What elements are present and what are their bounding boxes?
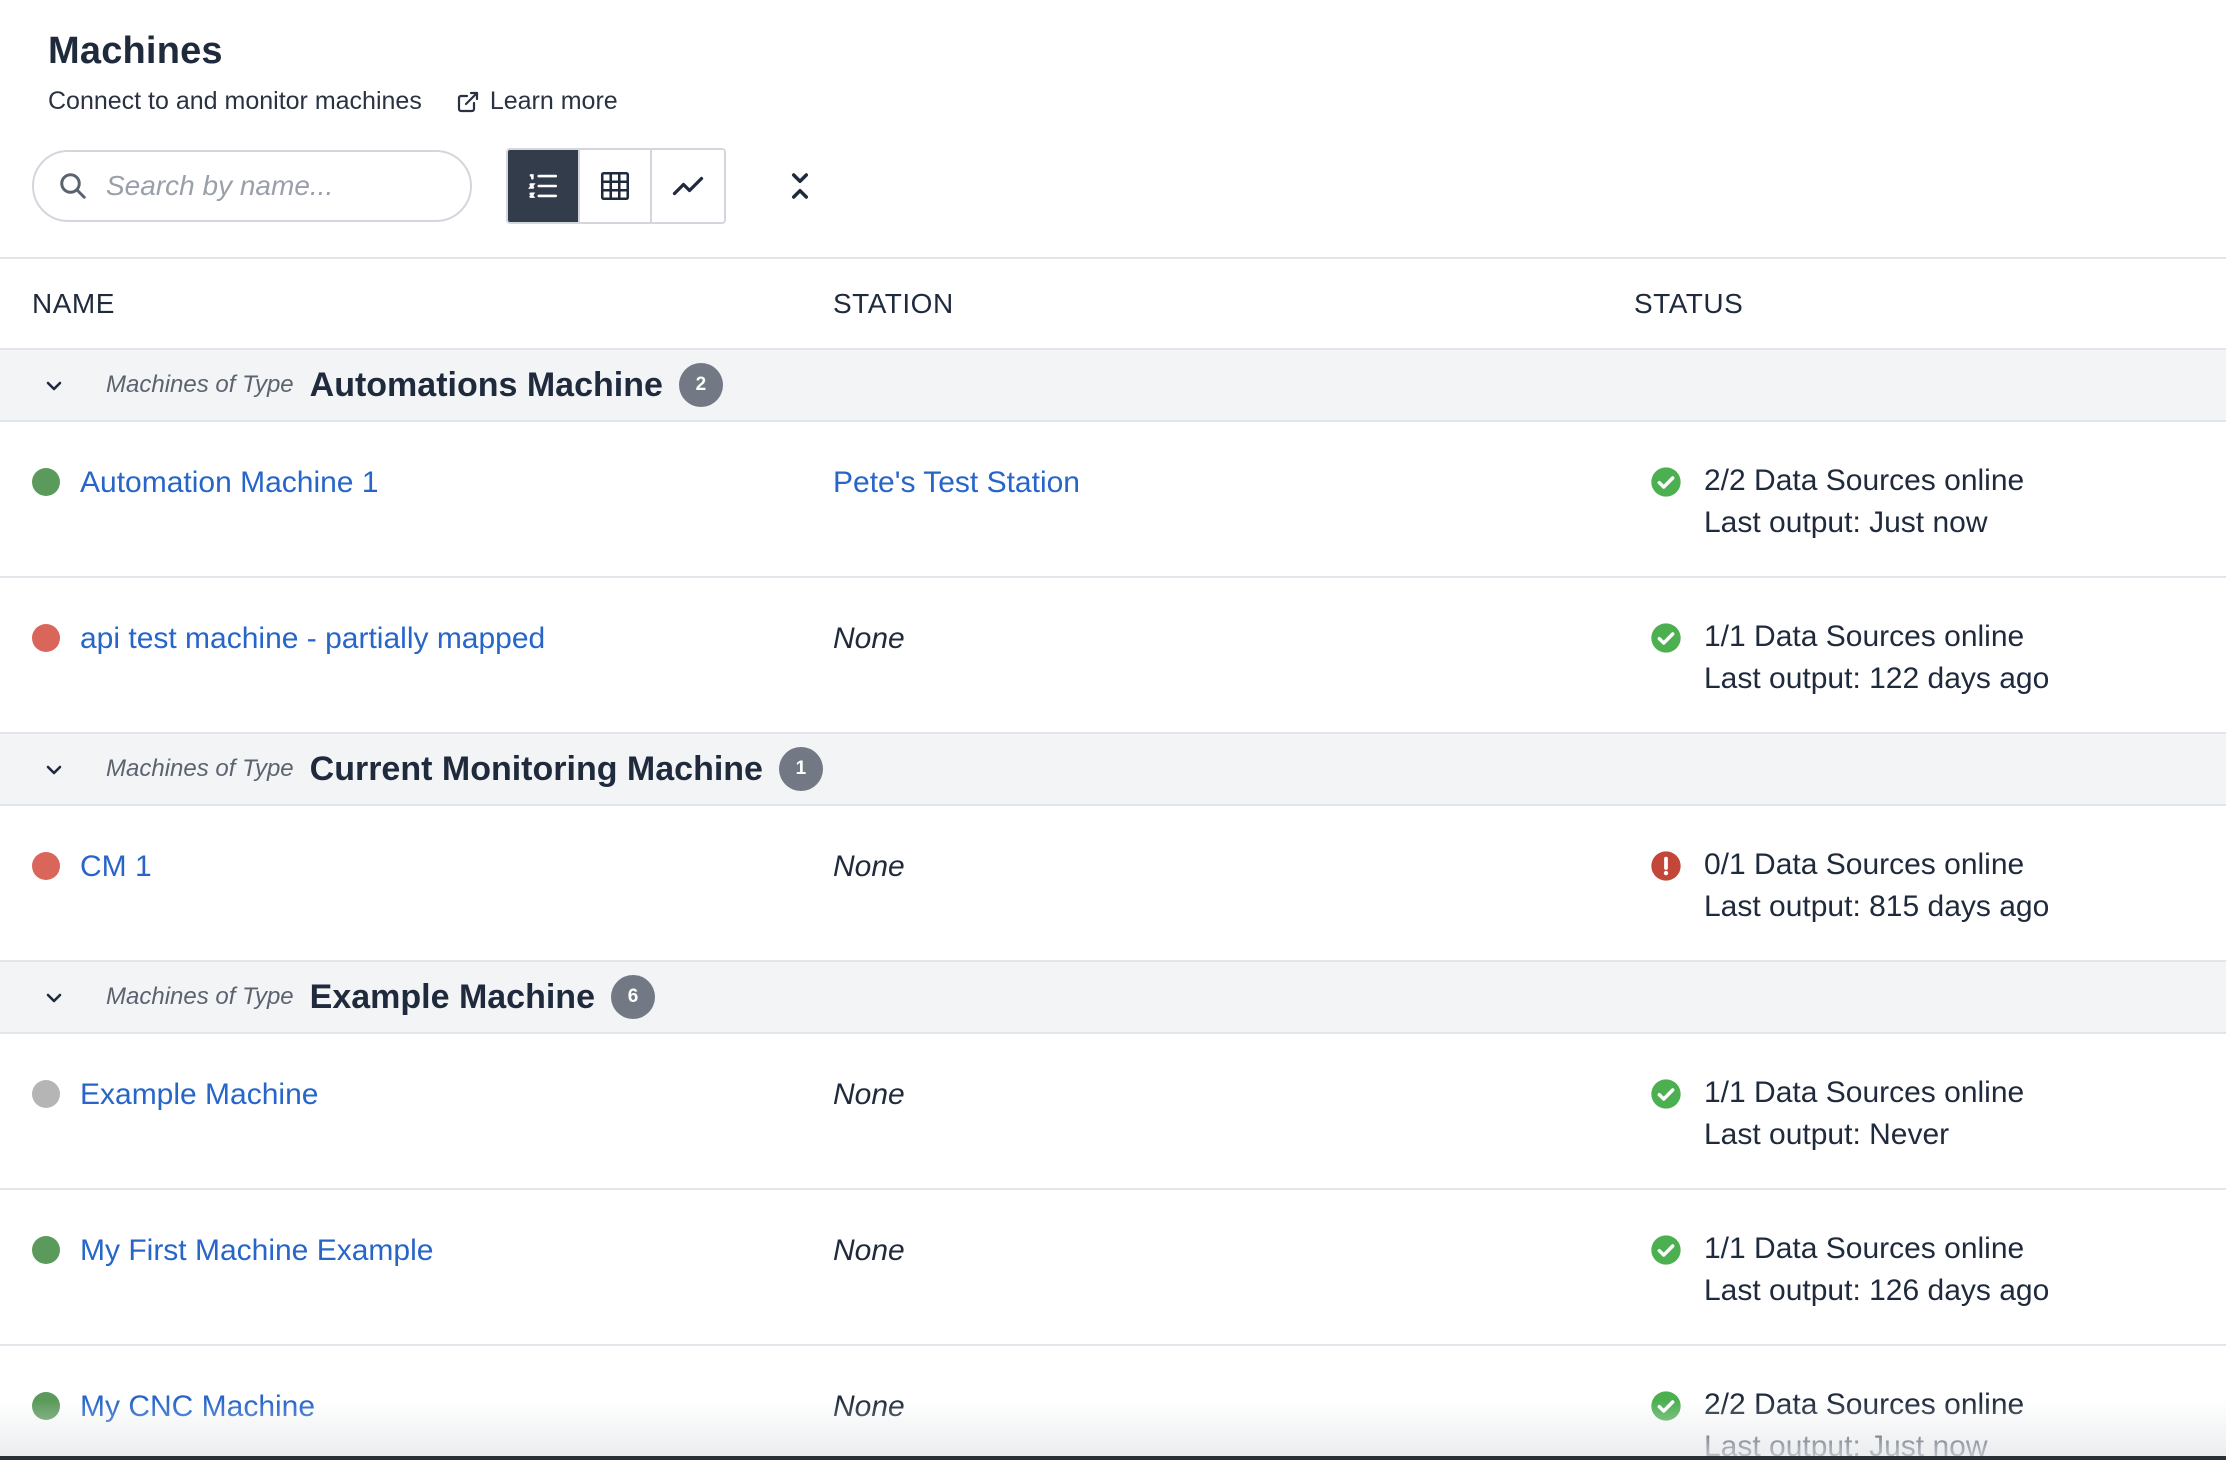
machine-name-link[interactable]: CM 1 — [80, 850, 152, 884]
data-sources-status: 2/2 Data Sources online — [1704, 464, 2025, 497]
check-circle-icon — [1651, 1079, 1681, 1109]
machine-name-link[interactable]: api test machine - partially mapped — [80, 622, 545, 656]
chevron-down-icon[interactable] — [42, 374, 66, 398]
machines-page: Machines Connect to and monitor machines… — [0, 0, 2226, 1460]
learn-more-label: Learn more — [489, 87, 618, 115]
machine-state-dot — [32, 624, 60, 652]
machine-state-dot — [32, 852, 60, 880]
group-label: Machines of Type Example Machine 6 — [106, 975, 655, 1019]
table-row: My First Machine Example None 1/1 Data Sou… — [0, 1190, 2226, 1346]
list-icon — [528, 174, 558, 198]
chart-view-button[interactable] — [652, 150, 724, 222]
table-row: api test machine - partially mapped None 1… — [0, 578, 2226, 734]
view-toggle — [506, 148, 726, 224]
status-text: 1/1 Data Sources online Last output: Neve… — [1704, 1072, 2024, 1156]
data-sources-status: 1/1 Data Sources online — [1704, 1232, 2025, 1265]
machine-state-dot — [32, 1080, 60, 1108]
status-text: 0/1 Data Sources online Last output: 815 … — [1704, 844, 2049, 928]
page-title: Machines — [48, 30, 223, 72]
group-count-badge: 2 — [678, 363, 723, 407]
window-bottom-edge — [0, 1456, 2226, 1460]
group-label: Machines of Type Current Monitoring Machi… — [106, 747, 823, 791]
data-sources-status: 0/1 Data Sources online — [1704, 848, 2025, 881]
last-output: Last output: 815 days ago — [1704, 890, 2050, 923]
machine-state-dot — [32, 468, 60, 496]
check-circle-icon — [1651, 1235, 1681, 1265]
grid-icon — [600, 171, 630, 201]
alert-circle-icon — [1651, 851, 1681, 881]
station-value: None — [833, 622, 905, 655]
group-prefix: Machines of Type — [106, 755, 294, 782]
search-box[interactable] — [32, 150, 472, 222]
subtitle-row: Connect to and monitor machines Learn mo… — [48, 87, 618, 116]
collapse-icon — [791, 173, 809, 199]
station-value: None — [833, 1234, 905, 1267]
status-text: 2/2 Data Sources online Last output: Just… — [1704, 460, 2024, 544]
grid-view-button[interactable] — [580, 150, 652, 222]
data-sources-status: 1/1 Data Sources online — [1704, 1076, 2025, 1109]
group-count-badge: 1 — [778, 747, 823, 791]
group-label: Machines of Type Automations Machine 2 — [106, 363, 723, 407]
machine-name-link[interactable]: Example Machine — [80, 1078, 318, 1112]
external-link-icon — [457, 91, 478, 112]
search-icon — [60, 173, 86, 199]
station-value: None — [833, 1078, 905, 1111]
group-prefix: Machines of Type — [106, 371, 294, 398]
machine-state-dot — [32, 1236, 60, 1264]
check-circle-icon — [1651, 467, 1681, 497]
last-output: Last output: Just now — [1704, 506, 1988, 539]
table-row: Example Machine None 1/1 Data Sources onli… — [0, 1034, 2226, 1190]
last-output: Last output: 126 days ago — [1704, 1274, 2050, 1307]
collapse-all-button[interactable] — [778, 164, 822, 208]
last-output: Last output: 122 days ago — [1704, 662, 2050, 695]
learn-more-link[interactable]: Learn more — [456, 87, 618, 116]
chevron-down-icon[interactable] — [42, 986, 66, 1010]
column-header-status[interactable]: STATUS — [1634, 288, 1743, 320]
page-header: Machines Connect to and monitor machines… — [48, 30, 618, 116]
group-type-name: Automations Machine — [309, 365, 663, 404]
group-type-name: Current Monitoring Machine — [309, 749, 763, 788]
machine-name-link[interactable]: My First Machine Example — [80, 1234, 433, 1268]
group-type-name: Example Machine — [309, 977, 595, 1016]
last-output: Last output: Never — [1704, 1118, 1950, 1151]
table-row: Automation Machine 1 Pete's Test Station 2… — [0, 422, 2226, 578]
column-header-station[interactable]: STATION — [833, 288, 954, 320]
machines-table: NAME STATION STATUS Machines of Type Auto… — [0, 257, 2226, 1460]
station-link[interactable]: Pete's Test Station — [833, 466, 1080, 500]
trend-line-icon — [672, 176, 704, 196]
check-circle-icon — [1651, 623, 1681, 653]
data-sources-status: 1/1 Data Sources online — [1704, 620, 2025, 653]
group-row[interactable]: Machines of Type Current Monitoring Machi… — [0, 734, 2226, 806]
group-row[interactable]: Machines of Type Example Machine 6 — [0, 962, 2226, 1034]
page-subtitle: Connect to and monitor machines — [48, 87, 422, 115]
list-view-button[interactable] — [508, 150, 580, 222]
search-input[interactable] — [106, 170, 446, 202]
status-text: 1/1 Data Sources online Last output: 122 … — [1704, 616, 2049, 700]
column-header-name[interactable]: NAME — [32, 288, 115, 320]
toolbar — [32, 148, 822, 224]
chevron-down-icon[interactable] — [42, 758, 66, 782]
table-header: NAME STATION STATUS — [0, 257, 2226, 350]
station-value: None — [833, 850, 905, 883]
table-row: CM 1 None 0/1 Data Sources online Last outp… — [0, 806, 2226, 962]
machine-name-link[interactable]: Automation Machine 1 — [80, 466, 379, 500]
group-count-badge: 6 — [610, 975, 655, 1019]
status-text: 1/1 Data Sources online Last output: 126 … — [1704, 1228, 2049, 1312]
group-prefix: Machines of Type — [106, 983, 294, 1010]
group-row[interactable]: Machines of Type Automations Machine 2 — [0, 350, 2226, 422]
table-body: Machines of Type Automations Machine 2 Auto… — [0, 350, 2226, 1460]
scroll-fade — [0, 1400, 2226, 1460]
